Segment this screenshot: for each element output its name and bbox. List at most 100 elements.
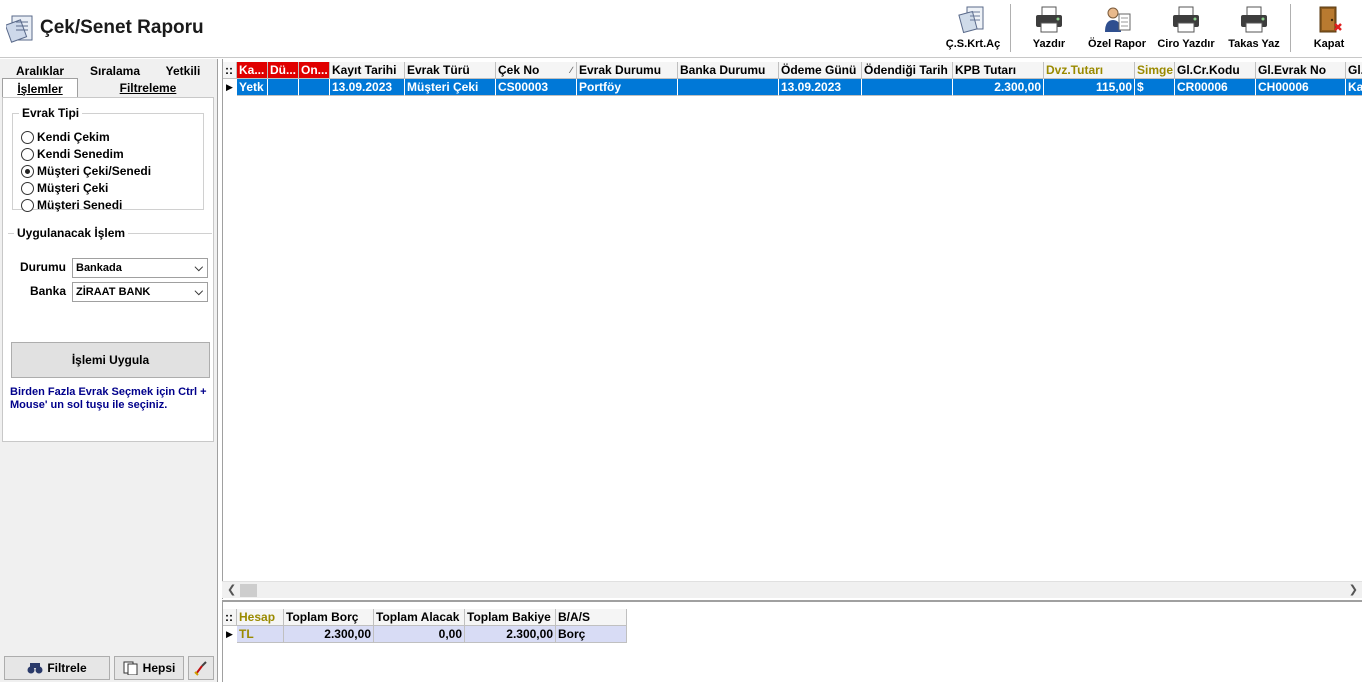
uygulanacak-islem-group: Uygulanacak İşlem Durumu Bankada ⌵ Banka…: [8, 226, 212, 336]
col-header-gl-cr-kodu[interactable]: Gl.Cr.Kodu: [1175, 62, 1256, 79]
custom-report-button[interactable]: Özel Rapor: [1084, 4, 1150, 54]
uygulanacak-legend: Uygulanacak İşlem: [17, 226, 126, 240]
cell-odeme-gunu[interactable]: 13.09.2023: [779, 79, 862, 96]
col-header-ka[interactable]: Ka...: [237, 62, 268, 79]
cell-gl-more[interactable]: Ka: [1346, 79, 1362, 96]
cell-cek-no[interactable]: CS00003: [496, 79, 577, 96]
grid-header: :: Ka... Dü... On... Kayıt Tarihi Evrak …: [223, 62, 1362, 79]
radio-circle: [21, 198, 34, 212]
grid-corner: ::: [223, 62, 237, 79]
tab-filtreleme[interactable]: Filtreleme: [100, 80, 196, 97]
col-header-simge[interactable]: Simge: [1135, 62, 1175, 79]
horizontal-scrollbar[interactable]: ❮ ❯: [222, 581, 1362, 598]
col-header-evrak-turu[interactable]: Evrak Türü: [405, 62, 496, 79]
cell-simge[interactable]: $: [1135, 79, 1175, 96]
scroll-thumb[interactable]: [240, 584, 257, 597]
row-pointer-icon: ▶: [226, 629, 233, 639]
app-window: Çek/Senet Raporu Ç.S.Krt.Aç Yazdır Özel …: [0, 0, 1362, 682]
sort-ascending-icon: ∕: [570, 65, 572, 75]
apply-button[interactable]: İşlemi Uygula: [11, 342, 210, 378]
tabs-row-bottom: İşlemler Filtreleme: [2, 78, 214, 98]
tab-yetkili[interactable]: Yetkili: [154, 63, 212, 80]
print-button[interactable]: Yazdır: [1024, 4, 1074, 54]
summary-grid[interactable]: :: Hesap Toplam Borç Toplam Alacak Topla…: [222, 600, 1362, 682]
col-header-cek-no[interactable]: Çek No ∕: [496, 62, 577, 79]
sum-header-hesap[interactable]: Hesap: [237, 609, 284, 626]
evrak-tipi-legend: Evrak Tipi: [22, 106, 80, 120]
sum-cell-bas[interactable]: Borç: [556, 626, 627, 643]
left-panel: Aralıklar Sıralama Yetkili İşlemler Filt…: [0, 59, 218, 682]
tab-islemler[interactable]: İşlemler: [2, 78, 78, 98]
col-header-kpb-tutari[interactable]: KPB Tutarı: [953, 62, 1044, 79]
col-header-on[interactable]: On...: [299, 62, 330, 79]
col-header-gl-evrak-no[interactable]: Gl.Evrak No: [1256, 62, 1346, 79]
radio-kendi-senedim[interactable]: Kendi Senedim: [21, 146, 124, 162]
col-header-du[interactable]: Dü...: [268, 62, 299, 79]
sum-cell-toplam-bakiye[interactable]: 2.300,00: [465, 626, 556, 643]
sum-header-toplam-bakiye[interactable]: Toplam Bakiye: [465, 609, 556, 626]
printer-icon: [1173, 6, 1199, 33]
radio-label: Müşteri Senedi: [37, 198, 123, 212]
filter-button[interactable]: Filtrele: [4, 656, 110, 680]
cell-gl-cr-kodu[interactable]: CR00006: [1175, 79, 1256, 96]
col-header-banka-durumu[interactable]: Banka Durumu: [678, 62, 779, 79]
card-open-icon: [958, 6, 984, 34]
scroll-right-icon[interactable]: ❯: [1349, 582, 1358, 599]
ciro-print-button[interactable]: Ciro Yazdır: [1154, 4, 1218, 54]
cs-card-open-button[interactable]: Ç.S.Krt.Aç: [944, 4, 1002, 54]
cell-ka[interactable]: Yetk: [237, 79, 268, 96]
scroll-left-icon[interactable]: ❮: [227, 582, 236, 599]
evrak-tipi-group: Evrak Tipi Kendi Çekim Kendi Senedim Müş…: [12, 106, 204, 213]
chevron-down-icon: ⌵: [194, 286, 203, 298]
takas-print-button[interactable]: Takas Yaz: [1224, 4, 1284, 54]
col-header-dvz-tutari[interactable]: Dvz.Tutarı: [1044, 62, 1135, 79]
cell-kpb-tutari[interactable]: 2.300,00: [953, 79, 1044, 96]
col-header-odeme-gunu[interactable]: Ödeme Günü: [779, 62, 862, 79]
durum-label: Durumu: [20, 260, 66, 274]
islemler-tab-content: Evrak Tipi Kendi Çekim Kendi Senedim Müş…: [2, 97, 214, 442]
col-header-evrak-durumu[interactable]: Evrak Durumu: [577, 62, 678, 79]
sum-cell-toplam-alacak[interactable]: 0,00: [374, 626, 465, 643]
takas-print-label: Takas Yaz: [1228, 38, 1280, 50]
all-button[interactable]: Hepsi: [114, 656, 184, 680]
radio-musteri-senedi[interactable]: Müşteri Senedi: [21, 197, 122, 213]
cell-on[interactable]: [299, 79, 330, 96]
tab-siralama[interactable]: Sıralama: [82, 63, 148, 80]
clear-filter-button[interactable]: [188, 656, 214, 680]
cell-evrak-durumu[interactable]: Portföy: [577, 79, 678, 96]
sum-header-toplam-borc[interactable]: Toplam Borç: [284, 609, 374, 626]
col-header-kayit-tarihi[interactable]: Kayıt Tarihi: [330, 62, 405, 79]
radio-musteri-ceki-senedi[interactable]: Müşteri Çeki/Senedi: [21, 163, 151, 179]
radio-musteri-ceki[interactable]: Müşteri Çeki: [21, 180, 108, 196]
cell-kayit-tarihi[interactable]: 13.09.2023: [330, 79, 405, 96]
sum-header-bas[interactable]: B/A/S: [556, 609, 627, 626]
cell-evrak-turu[interactable]: Müşteri Çeki: [405, 79, 496, 96]
close-label: Kapat: [1313, 38, 1345, 50]
cell-banka-durumu[interactable]: [678, 79, 779, 96]
cell-odendigi-tarih[interactable]: [862, 79, 953, 96]
col-header-gl-more[interactable]: Gl.: [1346, 62, 1362, 79]
records-grid[interactable]: :: Ka... Dü... On... Kayıt Tarihi Evrak …: [222, 59, 1362, 599]
radio-label: Müşteri Çeki: [37, 181, 109, 195]
multi-select-hint: Birden Fazla Evrak Seçmek için Ctrl + Mo…: [10, 386, 207, 411]
all-label: Hepsi: [142, 661, 176, 675]
sum-cell-hesap[interactable]: TL: [237, 626, 284, 643]
cs-card-open-label: Ç.S.Krt.Aç: [945, 38, 1001, 50]
cheque-report-icon: [6, 15, 33, 43]
radio-kendi-cekim[interactable]: Kendi Çekim: [21, 129, 110, 145]
durum-select[interactable]: Bankada ⌵: [72, 258, 208, 278]
toolbar-separator: [1290, 4, 1291, 52]
sum-cell-toplam-borc[interactable]: 2.300,00: [284, 626, 374, 643]
sum-header-toplam-alacak[interactable]: Toplam Alacak: [374, 609, 465, 626]
cell-gl-evrak-no[interactable]: CH00006: [1256, 79, 1346, 96]
cell-dvz-tutari[interactable]: 115,00: [1044, 79, 1135, 96]
brush-icon: [194, 661, 207, 676]
close-button[interactable]: Kapat: [1306, 4, 1352, 54]
col-header-odendigi-tarih[interactable]: Ödendiği Tarih: [862, 62, 953, 79]
banka-select[interactable]: ZİRAAT BANK ⌵: [72, 282, 208, 302]
printer-icon: [1036, 6, 1062, 33]
table-row[interactable]: ▶ Yetk 13.09.2023 Müşteri Çeki CS00003 P…: [223, 79, 1362, 96]
binoculars-icon: [27, 663, 43, 674]
radio-circle: [21, 147, 34, 161]
cell-du[interactable]: [268, 79, 299, 96]
